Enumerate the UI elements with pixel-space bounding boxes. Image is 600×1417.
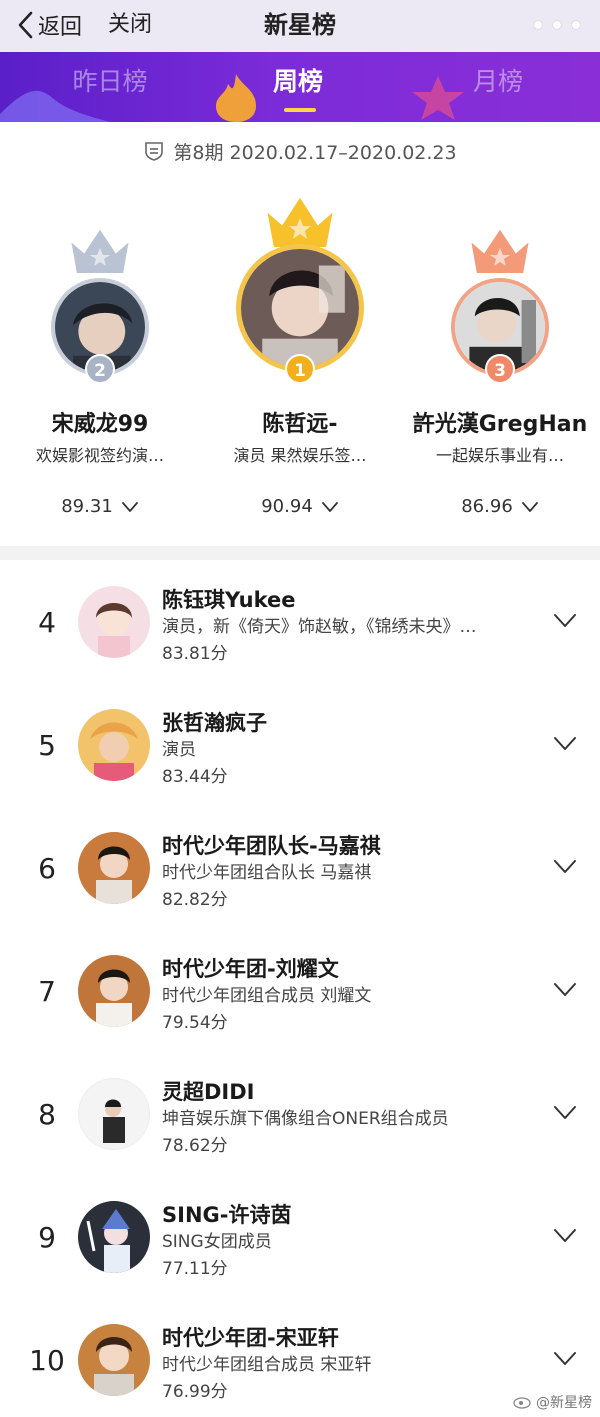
row-score: 76.99分 (162, 1382, 228, 1402)
list-item[interactable]: 8 灵超DIDI 坤音娱乐旗下偶像组合ONER组合成员 78.62分 (0, 1054, 600, 1177)
row-desc: 时代少年团组合成员 宋亚轩 (162, 1355, 372, 1375)
row-name: 张哲瀚疯子 (162, 711, 267, 735)
row-desc: 时代少年团组合成员 刘耀文 (162, 986, 372, 1006)
avatar[interactable] (78, 1324, 150, 1396)
watermark-text: @新星榜 (536, 1395, 592, 1411)
rank-badge: 1 (285, 354, 315, 384)
row-score: 83.44分 (162, 767, 228, 787)
rank-number: 6 (38, 852, 56, 885)
podium-rank-2[interactable]: 2 宋威龙99 欢娱影视签约演… 89.31 (0, 0, 200, 546)
rank-badge: 2 (85, 354, 115, 384)
podium-rank-3[interactable]: 3 許光漢GregHan 一起娱乐事业有… 86.96 (400, 0, 600, 546)
weibo-icon (513, 1397, 531, 1409)
avatar[interactable] (78, 1078, 150, 1150)
rank-number: 7 (38, 975, 56, 1008)
chevron-down-icon (521, 501, 538, 512)
row-score: 77.11分 (162, 1259, 228, 1279)
score-value: 86.96 (461, 496, 513, 517)
podium-score[interactable]: 90.94 (200, 496, 400, 517)
podium-name: 陈哲远- (262, 412, 338, 437)
rank-number: 9 (38, 1221, 56, 1254)
chevron-down-icon[interactable] (552, 735, 578, 753)
chevron-down-icon[interactable] (552, 1227, 578, 1245)
rank-number: 5 (38, 729, 56, 762)
row-desc: SING女团成员 (162, 1232, 272, 1252)
rank-number: 10 (29, 1344, 65, 1377)
avatar[interactable] (78, 1201, 150, 1273)
chevron-down-icon[interactable] (552, 981, 578, 999)
avatar[interactable] (78, 709, 150, 781)
list-item[interactable]: 7 时代少年团-刘耀文 时代少年团组合成员 刘耀文 79.54分 (0, 931, 600, 1054)
podium-name: 宋威龙99 (51, 412, 149, 437)
row-name: 时代少年团-宋亚轩 (162, 1326, 339, 1350)
row-name: 时代少年团队长-马嘉祺 (162, 834, 381, 858)
podium-desc: 演员 果然娱乐签… (233, 446, 367, 465)
podium-score[interactable]: 89.31 (0, 496, 200, 517)
row-score: 79.54分 (162, 1013, 228, 1033)
avatar[interactable] (78, 832, 150, 904)
avatar[interactable] (78, 955, 150, 1027)
row-name: 陈钰琪Yukee (162, 588, 296, 612)
podium-rank-1[interactable]: 1 陈哲远- 演员 果然娱乐签… 90.94 (200, 0, 400, 546)
podium-desc: 欢娱影视签约演… (35, 446, 164, 465)
row-desc: 演员，新《倚天》饰赵敏，《锦绣未央》… (162, 617, 477, 637)
crown-icon (68, 226, 132, 275)
list-item[interactable]: 6 时代少年团队长-马嘉祺 时代少年团组合队长 马嘉祺 82.82分 (0, 808, 600, 931)
score-value: 89.31 (61, 496, 113, 517)
row-name: 时代少年团-刘耀文 (162, 957, 339, 981)
chevron-down-icon (321, 501, 338, 512)
row-desc: 演员 (162, 740, 196, 760)
list-item[interactable]: 4 陈钰琪Yukee 演员，新《倚天》饰赵敏，《锦绣未央》… 83.81分 (0, 562, 600, 685)
list-item[interactable]: 9 SING-许诗茵 SING女团成员 77.11分 (0, 1177, 600, 1300)
row-score: 83.81分 (162, 644, 228, 664)
chevron-down-icon (121, 501, 138, 512)
row-name: SING-许诗茵 (162, 1203, 292, 1227)
chevron-down-icon[interactable] (552, 1104, 578, 1122)
row-name: 灵超DIDI (162, 1080, 255, 1104)
row-desc: 坤音娱乐旗下偶像组合ONER组合成员 (162, 1109, 449, 1129)
section-divider (0, 546, 600, 560)
score-value: 90.94 (261, 496, 313, 517)
chevron-down-icon[interactable] (552, 1350, 578, 1368)
row-desc: 时代少年团组合队长 马嘉祺 (162, 863, 372, 883)
podium-score[interactable]: 86.96 (400, 496, 600, 517)
chevron-down-icon[interactable] (552, 612, 578, 630)
list-item[interactable]: 10 时代少年团-宋亚轩 时代少年团组合成员 宋亚轩 76.99分 (0, 1300, 600, 1417)
avatar[interactable] (78, 586, 150, 658)
rank-number: 4 (38, 606, 56, 639)
list-item[interactable]: 5 张哲瀚疯子 演员 83.44分 (0, 685, 600, 808)
watermark: @新星榜 (513, 1392, 592, 1412)
row-score: 82.82分 (162, 890, 228, 910)
crown-icon (264, 194, 336, 249)
crown-icon (468, 226, 532, 275)
podium-name: 許光漢GregHan (412, 412, 588, 437)
rank-number: 8 (38, 1098, 56, 1131)
chevron-down-icon[interactable] (552, 858, 578, 876)
avatar[interactable] (236, 244, 364, 372)
rank-badge: 3 (485, 354, 515, 384)
row-score: 78.62分 (162, 1136, 228, 1156)
podium-desc: 一起娱乐事业有… (435, 446, 564, 465)
